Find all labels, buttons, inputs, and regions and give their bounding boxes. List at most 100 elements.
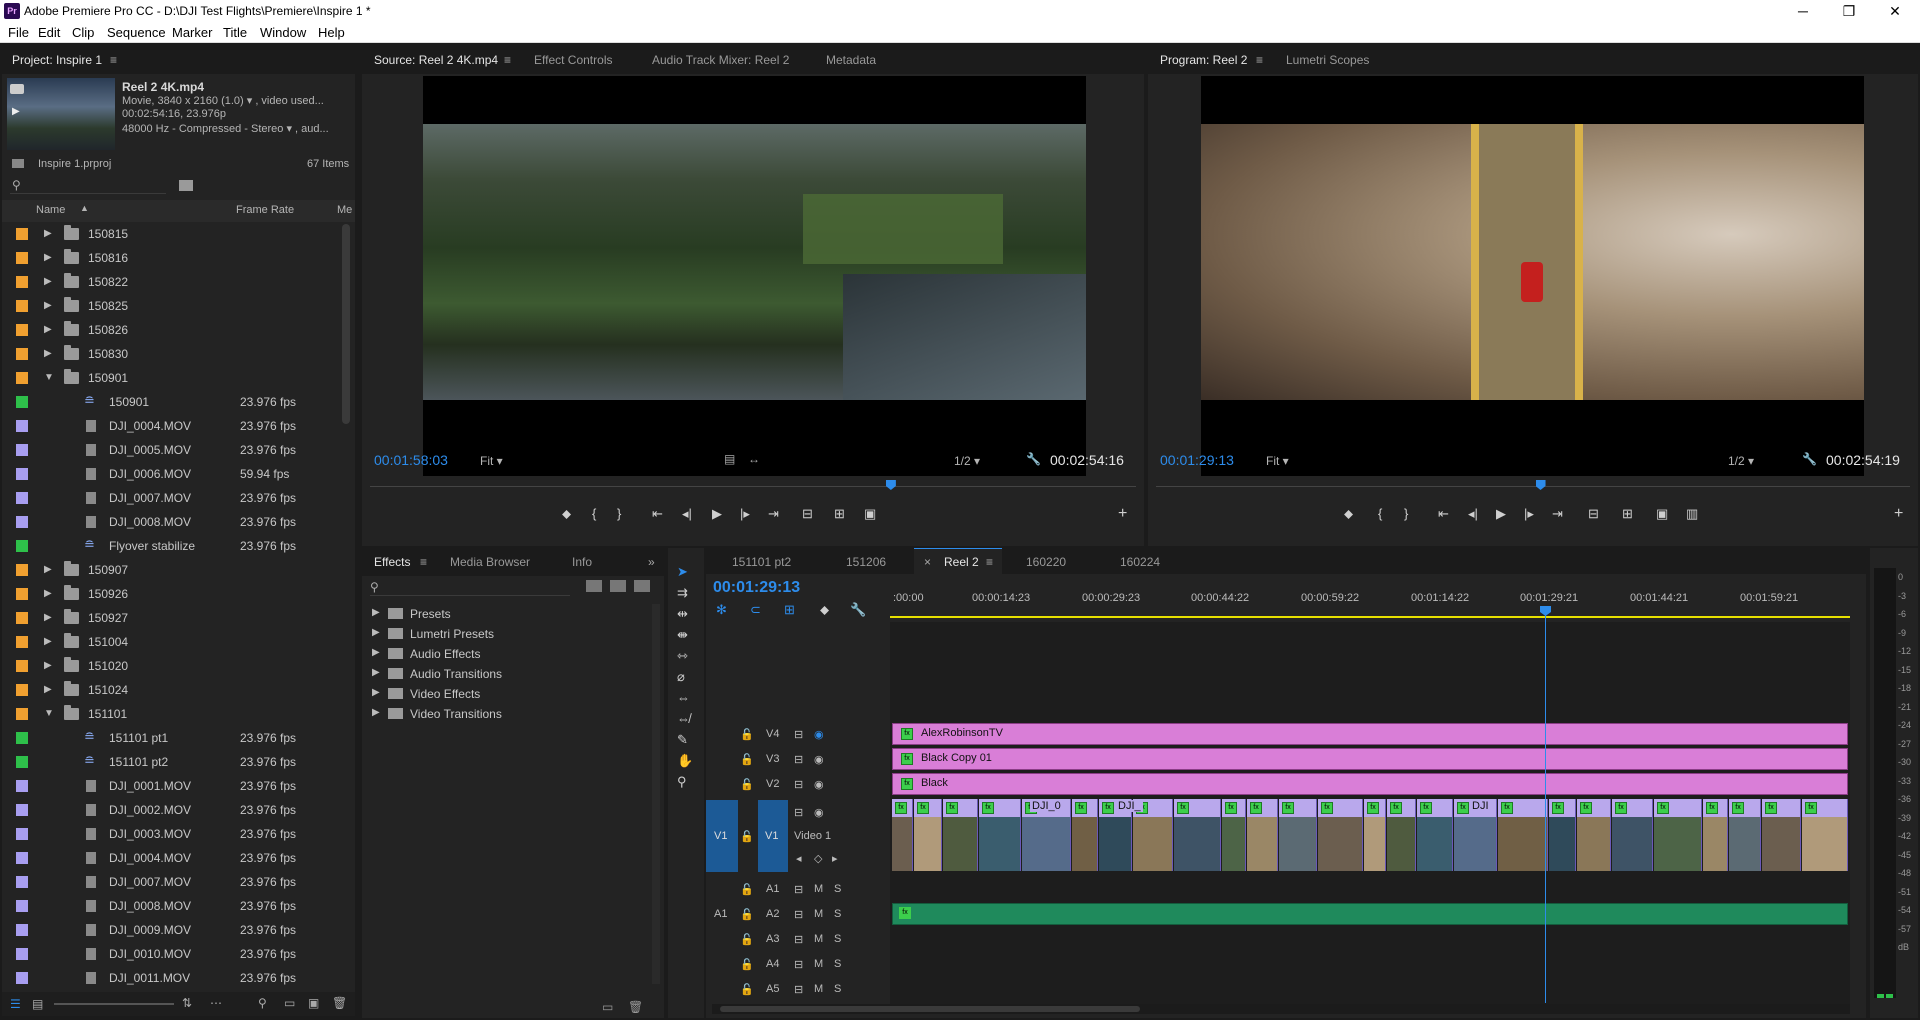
tab-reel-2[interactable]: Reel 2 — [944, 555, 979, 569]
track-label-a4[interactable]: A4 — [766, 958, 779, 970]
sync-lock-icon[interactable]: ⊟ — [794, 728, 803, 741]
program-button-editor-plus-icon[interactable]: + — [1894, 506, 1903, 522]
video-clip[interactable]: fx — [1387, 799, 1416, 871]
tab-seq-151206[interactable]: 151206 — [846, 555, 886, 569]
next-keyframe-icon[interactable]: ▸ — [832, 852, 838, 865]
track-label-v2[interactable]: V2 — [766, 778, 779, 790]
source-patch-a1[interactable]: A1 — [714, 908, 727, 920]
overwrite-icon[interactable]: ⊞ — [834, 506, 845, 522]
sync-lock-icon[interactable]: ⊟ — [794, 778, 803, 791]
disclosure-collapsed-icon[interactable]: ▶ — [44, 228, 52, 239]
program-mark-out-icon[interactable]: } — [1404, 506, 1408, 522]
video-clip[interactable]: fx — [1222, 799, 1246, 871]
label-color-swatch[interactable] — [16, 588, 28, 600]
clip-row[interactable]: DJI_0007.MOV 23.976 fps — [2, 486, 340, 510]
export-frame-icon[interactable]: ▣ — [864, 506, 876, 522]
solo-button[interactable]: S — [834, 883, 841, 895]
tab-info[interactable]: Info — [572, 555, 592, 569]
step-forward-icon[interactable]: |▸ — [740, 506, 750, 522]
label-color-swatch[interactable] — [16, 276, 28, 288]
snap-icon[interactable]: ⊂ — [750, 602, 761, 618]
disclosure-collapsed-icon[interactable]: ▶ — [44, 612, 52, 623]
tab-project[interactable]: Project: Inspire 1 — [12, 53, 102, 67]
video-clip[interactable]: fx — [943, 799, 978, 871]
bin-row[interactable]: ▼ 150901 — [2, 366, 340, 390]
disclosure-collapsed-icon[interactable]: ▶ — [44, 636, 52, 647]
label-color-swatch[interactable] — [16, 396, 28, 408]
track-target-v1[interactable]: V1 — [758, 800, 788, 872]
maximize-button[interactable]: ❐ — [1826, 0, 1872, 22]
tab-program[interactable]: Program: Reel 2 — [1160, 53, 1247, 67]
lock-icon[interactable]: 🔓 — [740, 728, 754, 741]
rolling-edit-tool-icon[interactable]: ⇼ — [677, 627, 688, 643]
track-label-a5[interactable]: A5 — [766, 983, 779, 995]
program-add-marker-icon[interactable]: ⬥ — [1344, 506, 1353, 522]
source-timecode[interactable]: 00:01:58:03 — [374, 452, 448, 468]
sequence-row[interactable]: ≘ 151101 pt1 23.976 fps — [2, 726, 340, 750]
program-step-back-icon[interactable]: ◂| — [1468, 506, 1478, 522]
bin-row[interactable]: ▶ 150907 — [2, 558, 340, 582]
sequence-row[interactable]: ≘ Flyover stabilize 23.976 fps — [2, 534, 340, 558]
ripple-edit-tool-icon[interactable]: ⇹ — [677, 606, 688, 622]
sync-lock-icon[interactable]: ⊟ — [794, 883, 803, 896]
icon-view-icon[interactable]: ▤ — [32, 997, 43, 1011]
program-play-button[interactable]: ▶ — [1496, 506, 1506, 522]
video-clip[interactable]: fx — [1498, 799, 1548, 871]
label-color-swatch[interactable] — [16, 348, 28, 360]
program-export-frame-icon[interactable]: ▣ — [1656, 506, 1668, 522]
disclosure-collapsed-icon[interactable]: ▶ — [44, 660, 52, 671]
effects-scrollbar[interactable] — [652, 604, 660, 984]
program-step-forward-icon[interactable]: |▸ — [1524, 506, 1534, 522]
clip-row[interactable]: DJI_0004.MOV 23.976 fps — [2, 846, 340, 870]
rate-stretch-tool-icon[interactable]: ⇿ — [677, 648, 688, 664]
clip-row[interactable]: DJI_0007.MOV 23.976 fps — [2, 870, 340, 894]
video-clip[interactable]: fx — [1549, 799, 1576, 871]
video-clip[interactable]: fx — [1364, 799, 1386, 871]
video-clip[interactable]: fx — [979, 799, 1021, 871]
effects-menu-icon[interactable]: ≡ — [420, 555, 427, 569]
lock-icon[interactable]: 🔓 — [740, 908, 754, 921]
bin-row[interactable]: ▶ 150826 — [2, 318, 340, 342]
video-clip[interactable]: fx — [1703, 799, 1728, 871]
work-area-bar[interactable] — [890, 616, 1850, 618]
tab-effects[interactable]: Effects — [374, 555, 410, 569]
step-back-icon[interactable]: ◂| — [682, 506, 692, 522]
bin-row[interactable]: ▼ 151101 — [2, 702, 340, 726]
lock-icon[interactable]: 🔓 — [740, 933, 754, 946]
program-resolution-dropdown[interactable]: 1/2 ▾ — [1728, 454, 1754, 468]
clip-black-copy-01[interactable]: fx Black Copy 01 — [892, 748, 1848, 770]
solo-button[interactable]: S — [834, 933, 841, 945]
eye-icon[interactable]: ◉ — [814, 806, 824, 819]
disclosure-collapsed-icon[interactable]: ▶ — [44, 348, 52, 359]
sync-lock-icon[interactable]: ⊟ — [794, 958, 803, 971]
new-item-icon[interactable]: ▣ — [308, 996, 319, 1010]
effects-bin-row[interactable]: ▶ Audio Transitions — [362, 664, 652, 684]
eye-off-icon[interactable]: ◉ — [814, 728, 824, 741]
label-color-swatch[interactable] — [16, 660, 28, 672]
sync-lock-icon[interactable]: ⊟ — [794, 983, 803, 996]
track-label-v3[interactable]: V3 — [766, 753, 779, 765]
tab-reel-2-active[interactable]: × Reel 2 ≡ — [914, 548, 1002, 574]
program-timeline-scrubber[interactable] — [1156, 480, 1910, 494]
bin-row[interactable]: ▶ 151020 — [2, 654, 340, 678]
label-color-swatch[interactable] — [16, 252, 28, 264]
track-label-a3[interactable]: A3 — [766, 933, 779, 945]
pen-tool-icon[interactable]: ✎ — [677, 732, 688, 748]
mute-button[interactable]: M — [814, 883, 823, 895]
label-color-swatch[interactable] — [16, 420, 28, 432]
tab-source[interactable]: Source: Reel 2 4K.mp4 — [374, 53, 498, 67]
video-clip[interactable]: fx — [1802, 799, 1848, 871]
program-go-to-out-icon[interactable]: ⇥ — [1552, 506, 1563, 522]
list-view-icon[interactable]: ☰ — [10, 997, 21, 1011]
find-icon[interactable]: ⚲ — [258, 996, 267, 1010]
clip-row[interactable]: DJI_0011.MOV 23.976 fps — [2, 966, 340, 990]
mute-button[interactable]: M — [814, 933, 823, 945]
source-fit-dropdown[interactable]: Fit ▾ — [480, 454, 503, 468]
clip-row[interactable]: DJI_0003.MOV 23.976 fps — [2, 822, 340, 846]
clip-row[interactable]: DJI_0002.MOV 23.976 fps — [2, 798, 340, 822]
label-color-swatch[interactable] — [16, 636, 28, 648]
video-clip[interactable]: fx — [1318, 799, 1363, 871]
prev-keyframe-icon[interactable]: ◂ — [796, 852, 802, 865]
minimize-button[interactable]: ─ — [1780, 0, 1826, 22]
new-bin-icon[interactable] — [179, 180, 193, 191]
